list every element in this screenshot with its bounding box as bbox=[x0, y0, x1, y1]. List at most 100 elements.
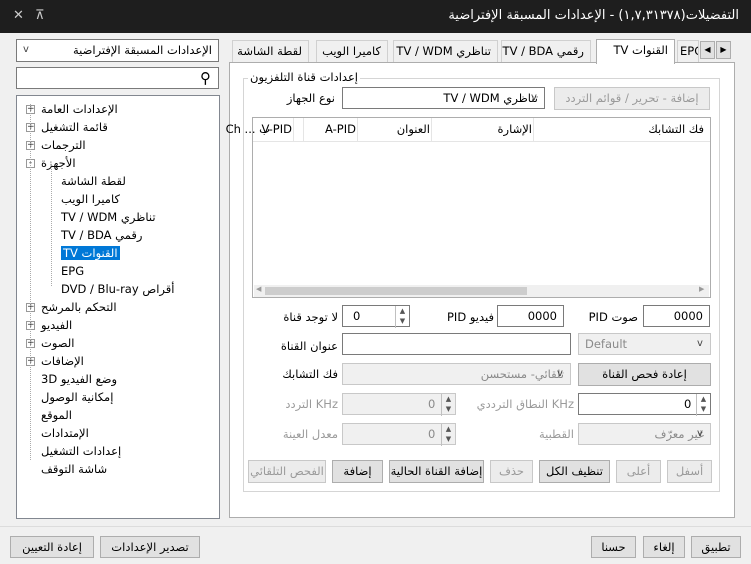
search-icon[interactable]: ⚲ bbox=[200, 69, 211, 87]
tree-item[interactable]: كاميرا الويب bbox=[61, 190, 120, 208]
move-up-button[interactable]: أعلى bbox=[616, 460, 661, 483]
tree-item-label: القنوات TV bbox=[61, 246, 120, 260]
tree-item[interactable]: الأجهزة bbox=[41, 154, 76, 172]
tab-2[interactable]: تناظري TV / WDM bbox=[393, 40, 498, 62]
cancel-button[interactable]: إلغاء bbox=[643, 536, 685, 558]
add-button[interactable]: إضافة bbox=[332, 460, 383, 483]
tab-1[interactable]: رقمي TV / BDA bbox=[501, 40, 591, 62]
column-divider[interactable] bbox=[533, 118, 534, 141]
clear-all-button[interactable]: تنظيف الكل bbox=[539, 460, 610, 483]
column-divider[interactable] bbox=[293, 118, 294, 141]
tree-item-label: الترجمات bbox=[41, 138, 86, 152]
tab-scroll-right-button[interactable]: ▶ bbox=[716, 41, 731, 59]
tree-item[interactable]: رقمي TV / BDA bbox=[61, 226, 142, 244]
tab-0[interactable]: القنوات TV bbox=[596, 39, 675, 64]
close-icon[interactable]: ✕ bbox=[13, 8, 24, 23]
tree-item[interactable]: الإمتدادات bbox=[41, 424, 89, 442]
delete-button[interactable]: حذف bbox=[490, 460, 533, 483]
device-type-select[interactable]: تناظري TV / WDM v bbox=[342, 87, 545, 109]
device-type-label: نوع الجهاز bbox=[286, 91, 335, 105]
default-select[interactable]: Default v bbox=[578, 333, 711, 355]
tree-item[interactable]: الترجمات bbox=[41, 136, 86, 154]
polarity-select[interactable]: غير معرّف v bbox=[578, 423, 711, 445]
ok-button[interactable]: حسنا bbox=[591, 536, 636, 558]
channel-number-input[interactable]: 0 ▲ ▼ bbox=[342, 305, 410, 328]
tree-item[interactable]: إعدادات التشغيل bbox=[41, 442, 121, 460]
channel-table[interactable]: فك التشابك الإشارة العنوان A-PID V-PID ب ... … bbox=[226, 117, 711, 298]
column-divider[interactable] bbox=[431, 118, 432, 141]
column-header[interactable]: العنوان bbox=[397, 122, 430, 136]
sample-rate-stepper[interactable]: ▲ ▼ bbox=[441, 424, 455, 446]
channel-number-value: 0 bbox=[353, 309, 361, 323]
reset-button[interactable]: إعادة التعيين bbox=[10, 536, 94, 558]
tree-line bbox=[51, 164, 52, 286]
channel-number-stepper[interactable]: ▲ ▼ bbox=[395, 306, 409, 328]
deinterlace-label: فك التشابك bbox=[282, 367, 338, 381]
tree-item-label: الإمتدادات bbox=[41, 426, 89, 440]
tree-item-label: الأجهزة bbox=[41, 156, 76, 170]
deinterlace-value: تلقائي- مستحسن bbox=[480, 367, 564, 381]
tree-line bbox=[30, 104, 31, 460]
tree-item[interactable]: تناظري TV / WDM bbox=[61, 208, 156, 226]
column-divider[interactable] bbox=[303, 118, 304, 141]
tree-item-label: تناظري TV / WDM bbox=[61, 210, 156, 224]
tree-item[interactable]: EPG bbox=[61, 262, 84, 280]
tree-item[interactable]: الصوت bbox=[41, 334, 74, 352]
tree-item[interactable]: قائمة التشغيل bbox=[41, 118, 108, 136]
column-header[interactable]: فك التشابك bbox=[648, 122, 704, 136]
scrollbar-thumb[interactable] bbox=[265, 287, 527, 295]
scroll-right-icon[interactable]: ▶ bbox=[699, 285, 704, 293]
settings-tree[interactable]: الإعدادات العامة + قائمة التشغيل + الترجمات +… bbox=[16, 95, 220, 519]
add-current-channel-button[interactable]: إضافة القناة الحالية bbox=[389, 460, 484, 483]
frequency-label: KHz التردد bbox=[285, 397, 338, 411]
move-down-button[interactable]: أسفل bbox=[667, 460, 712, 483]
horizontal-scrollbar[interactable]: ◀ ▶ bbox=[254, 285, 709, 297]
default-value: Default bbox=[585, 337, 628, 351]
video-pid-input[interactable]: 0000 bbox=[497, 305, 564, 327]
rescan-channel-button[interactable]: إعادة فحص القناة bbox=[578, 363, 711, 386]
channel-title-input[interactable] bbox=[342, 333, 571, 355]
apply-button[interactable]: تطبيق bbox=[691, 536, 741, 558]
column-header[interactable]: الإشارة bbox=[498, 122, 532, 136]
search-input[interactable]: ⚲ bbox=[16, 67, 219, 89]
tab-4[interactable]: لقطة الشاشة bbox=[232, 40, 309, 62]
column-header[interactable]: A-PID bbox=[325, 122, 356, 136]
auto-scan-button[interactable]: الفحص التلقائي bbox=[248, 460, 326, 483]
tree-item-label: الإضافات bbox=[41, 354, 84, 368]
bandwidth-stepper[interactable]: ▲ ▼ bbox=[696, 394, 710, 416]
sample-rate-input[interactable]: 0 ▲ ▼ bbox=[342, 423, 456, 446]
scroll-left-icon[interactable]: ◀ bbox=[256, 285, 261, 293]
tree-item[interactable]: التحكم بالمرشح bbox=[41, 298, 117, 316]
preset-select[interactable]: الإعدادات المسبقة الإفتراضية v bbox=[16, 39, 219, 62]
tab-epg-partial[interactable]: EPG bbox=[677, 40, 699, 62]
tab-scroll-left-button[interactable]: ◀ bbox=[700, 41, 715, 59]
bandwidth-input[interactable]: 0 ▲ ▼ bbox=[578, 393, 711, 416]
tree-item[interactable]: إمكانية الوصول bbox=[41, 388, 113, 406]
tab-3[interactable]: كاميرا الويب bbox=[316, 40, 388, 62]
tree-item[interactable]: لقطة الشاشة bbox=[61, 172, 126, 190]
tree-item-label: لقطة الشاشة bbox=[61, 174, 126, 188]
column-divider[interactable] bbox=[357, 118, 358, 141]
column-header[interactable]: ب ... Ch bbox=[226, 122, 270, 136]
tree-item[interactable]: الإضافات bbox=[41, 352, 84, 370]
frequency-input[interactable]: 0 ▲ ▼ bbox=[342, 393, 456, 416]
tree-item[interactable]: وضع الفيديو 3D bbox=[41, 370, 117, 388]
tree-item[interactable]: شاشة التوقف bbox=[41, 460, 107, 478]
frequency-stepper[interactable]: ▲ ▼ bbox=[441, 394, 455, 416]
tree-item-label: الموقع bbox=[41, 408, 72, 422]
sample-rate-label: معدل العينة bbox=[282, 427, 338, 441]
audio-pid-input[interactable]: 0000 bbox=[643, 305, 710, 327]
tree-item[interactable]: الفيديو bbox=[41, 316, 72, 334]
table-header: فك التشابك الإشارة العنوان A-PID V-PID ب ... … bbox=[226, 118, 710, 142]
tree-item[interactable]: القنوات TV bbox=[61, 244, 120, 262]
audio-pid-label: صوت PID bbox=[588, 310, 638, 324]
edit-frequency-lists-button[interactable]: إضافة - تحرير / قوائم التردد bbox=[554, 87, 710, 110]
export-settings-button[interactable]: تصدير الإعدادات bbox=[100, 536, 200, 558]
tree-item[interactable]: الموقع bbox=[41, 406, 72, 424]
tree-item-label: EPG bbox=[61, 264, 85, 278]
deinterlace-select[interactable]: تلقائي- مستحسن v bbox=[342, 363, 571, 385]
tree-item[interactable]: الإعدادات العامة bbox=[41, 100, 118, 118]
chevron-down-icon: v bbox=[23, 44, 29, 55]
tree-item[interactable]: أقراص DVD / Blu-ray bbox=[61, 280, 174, 298]
pin-icon[interactable]: ⊼ bbox=[35, 8, 45, 23]
